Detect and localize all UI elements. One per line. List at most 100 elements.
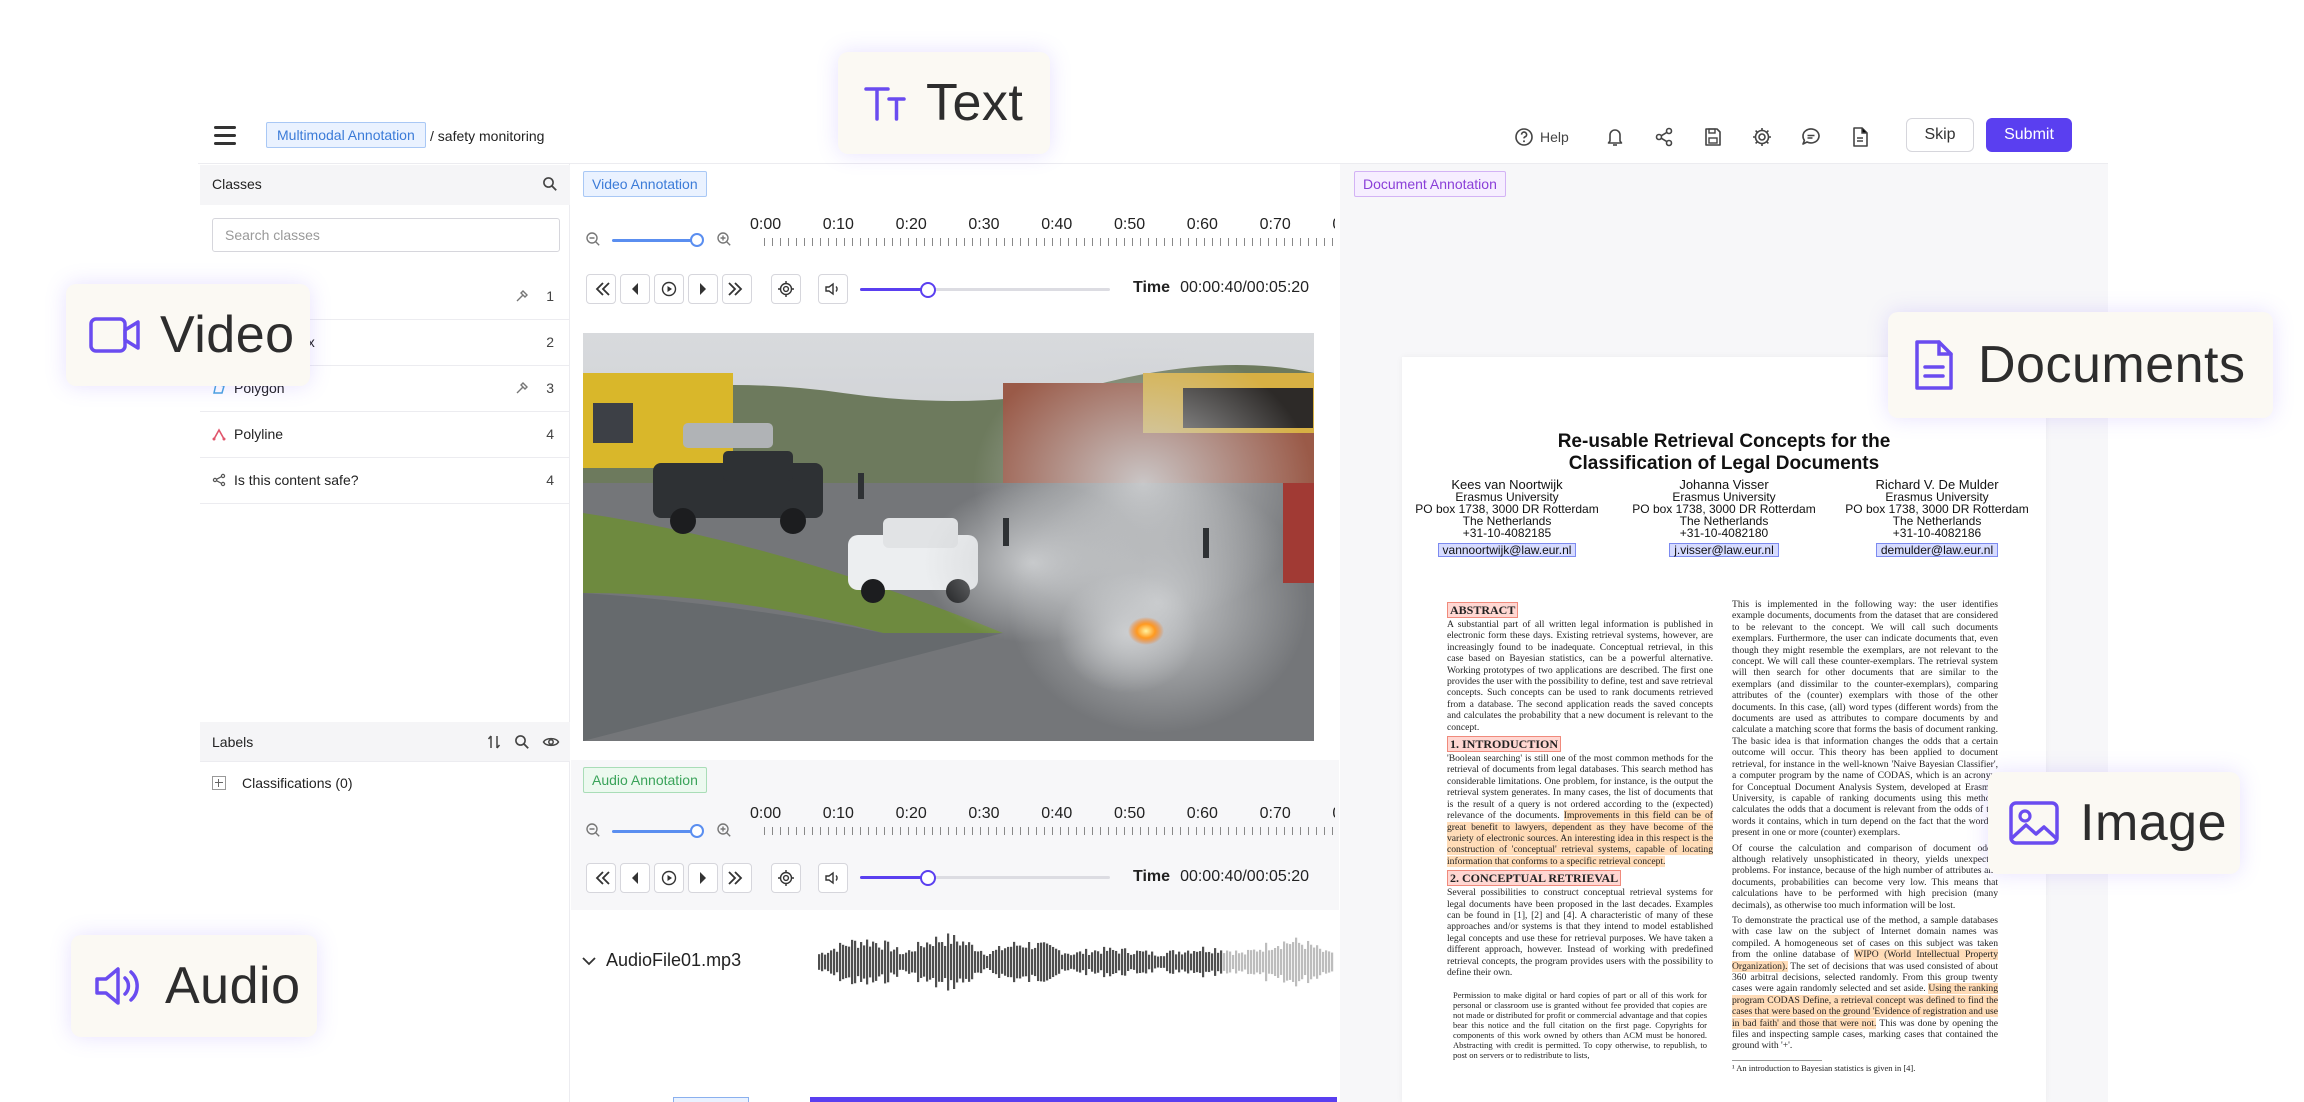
- zoom-knob[interactable]: [690, 233, 704, 247]
- zoom-track: [612, 830, 696, 833]
- zoom-in-icon[interactable]: [716, 822, 732, 838]
- waveform-bar: [1238, 953, 1241, 971]
- sort-icon[interactable]: [486, 734, 502, 750]
- video-zoom-slider[interactable]: [590, 230, 736, 250]
- section-heading-abstract[interactable]: ABSTRACT: [1447, 602, 1519, 618]
- skip-back-button[interactable]: [586, 274, 616, 304]
- document-icon: [1915, 340, 1953, 390]
- zoom-in-icon[interactable]: [716, 231, 732, 247]
- audio-region-bar[interactable]: [810, 1097, 1337, 1102]
- classification-icon: [212, 473, 226, 487]
- waveform-bar: [1085, 948, 1088, 976]
- waveform-bar: [926, 942, 929, 982]
- class-item-content-safe[interactable]: Is this content safe? 4: [200, 458, 570, 504]
- timeline-label: 0: [1332, 216, 1335, 234]
- section-heading-conceptual-retrieval[interactable]: 2. CONCEPTUAL RETRIEVAL: [1447, 870, 1622, 887]
- step-forward-button[interactable]: [688, 863, 718, 893]
- bell-icon[interactable]: [1602, 124, 1628, 150]
- settings-button[interactable]: [771, 274, 801, 304]
- author-email[interactable]: vannoortwijk@law.eur.nl: [1437, 543, 1577, 557]
- author-email[interactable]: j.visser@law.eur.nl: [1669, 543, 1779, 557]
- waveform-bar: [956, 941, 959, 983]
- waveform-bar: [1163, 956, 1166, 968]
- waveform-bar: [1037, 942, 1040, 982]
- audio-waveform[interactable]: [818, 928, 1336, 996]
- waveform-bar: [839, 942, 842, 982]
- gear-icon[interactable]: [1749, 124, 1775, 150]
- chevron-down-icon[interactable]: [580, 952, 598, 970]
- waveform-bar: [1046, 943, 1049, 981]
- submit-button[interactable]: Submit: [1986, 118, 2072, 152]
- search-classes-input[interactable]: Search classes: [212, 218, 560, 252]
- skip-back-icon: [595, 871, 610, 885]
- footnote: ¹ An introduction to Bayesian statistics…: [1732, 1059, 1915, 1073]
- skip-forward-button[interactable]: [722, 274, 752, 304]
- waveform-bar: [1154, 955, 1157, 969]
- author-email[interactable]: demulder@law.eur.nl: [1875, 543, 1999, 557]
- waveform-bar: [1121, 948, 1124, 976]
- audio-region-marker[interactable]: [673, 1097, 749, 1102]
- class-item-polyline[interactable]: Polyline 4: [200, 412, 570, 458]
- skip-button[interactable]: Skip: [1906, 118, 1974, 152]
- time-label: Time: [1133, 868, 1171, 885]
- step-back-button[interactable]: [620, 274, 650, 304]
- search-labels-icon[interactable]: [514, 734, 530, 750]
- share-icon[interactable]: [1651, 124, 1677, 150]
- skip-back-button[interactable]: [586, 863, 616, 893]
- audio-zoom-slider[interactable]: [590, 821, 736, 841]
- audio-track-row[interactable]: AudioFile01.mp3: [580, 950, 741, 971]
- waveform-bar: [1088, 954, 1091, 970]
- audio-timeline[interactable]: 0:00 0:10 0:20 0:30 0:40 0:50 0:60 0:70 0: [750, 805, 1335, 835]
- waveform-bar: [872, 941, 875, 983]
- timeline-label: 0:30: [968, 805, 1000, 822]
- breadcrumb-project-tag[interactable]: Multimodal Annotation: [266, 122, 426, 148]
- waveform-bar: [1304, 948, 1307, 976]
- section-heading-introduction[interactable]: 1. INTRODUCTION: [1447, 736, 1562, 753]
- waveform-bar: [1313, 947, 1316, 977]
- volume-button[interactable]: [818, 274, 848, 304]
- waveform-bar: [1148, 954, 1151, 970]
- waveform-bar: [1055, 948, 1058, 976]
- waveform-bar: [965, 945, 968, 979]
- zoom-knob[interactable]: [690, 824, 704, 838]
- progress-knob[interactable]: [919, 282, 936, 298]
- play-button[interactable]: [654, 274, 684, 304]
- eye-icon[interactable]: [542, 734, 560, 750]
- waveform-bar: [869, 946, 872, 978]
- waveform-bar: [1316, 945, 1319, 979]
- comment-icon[interactable]: [1798, 124, 1824, 150]
- menu-icon[interactable]: [214, 126, 236, 146]
- waveform-bar: [1166, 952, 1169, 972]
- file-icon[interactable]: [1847, 124, 1873, 150]
- help-button[interactable]: Help: [1514, 124, 1569, 150]
- step-back-button[interactable]: [620, 863, 650, 893]
- video-progress-slider[interactable]: [860, 282, 1110, 298]
- step-forward-button[interactable]: [688, 274, 718, 304]
- video-frame[interactable]: [583, 333, 1314, 741]
- waveform-bar: [1052, 946, 1055, 978]
- waveform-bar: [1265, 942, 1268, 982]
- progress-fill: [860, 876, 928, 879]
- classifications-row[interactable]: Classifications (0): [212, 775, 352, 791]
- waveform-bar: [929, 944, 932, 980]
- video-timeline[interactable]: 0:00 0:10 0:20 0:30 0:40 0:50 0:60 0:70 0: [750, 216, 1335, 246]
- skip-forward-button[interactable]: [722, 863, 752, 893]
- progress-knob[interactable]: [919, 870, 936, 886]
- settings-button[interactable]: [771, 863, 801, 893]
- play-button[interactable]: [654, 863, 684, 893]
- waveform-bar: [1262, 951, 1265, 973]
- waveform-bar: [1112, 949, 1115, 975]
- expand-icon[interactable]: [212, 776, 226, 790]
- waveform-bar: [1025, 947, 1028, 977]
- class-item-count: 1: [546, 288, 554, 304]
- audio-progress-slider[interactable]: [860, 870, 1110, 886]
- video-annotation-tag: Video Annotation: [583, 171, 707, 197]
- search-icon[interactable]: [542, 176, 558, 192]
- volume-button[interactable]: [818, 863, 848, 893]
- save-icon[interactable]: [1700, 124, 1726, 150]
- play-icon: [661, 870, 677, 886]
- document-page[interactable]: Re-usable Retrieval Concepts for the Clas…: [1402, 357, 2046, 1102]
- waveform-bar: [1271, 949, 1274, 975]
- skip-forward-icon: [728, 871, 743, 885]
- audio-file-name: AudioFile01.mp3: [606, 950, 742, 970]
